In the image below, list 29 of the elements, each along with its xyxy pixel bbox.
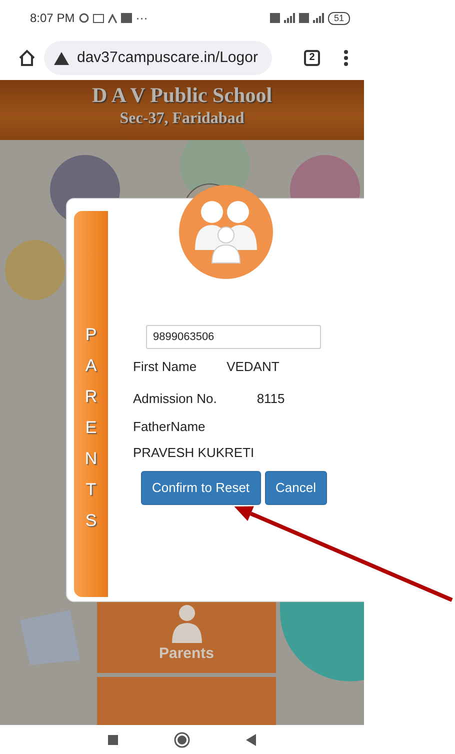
school-title: D A V Public School [92, 83, 272, 107]
signal-icon [284, 13, 295, 23]
status-time: 8:07 PM [30, 10, 75, 27]
home-button-icon[interactable] [174, 732, 190, 748]
menu-icon[interactable] [344, 50, 348, 66]
address-bar[interactable]: dav37campuscare.in/Logor [44, 41, 272, 75]
battery-indicator: 51 [328, 12, 350, 24]
school-subtitle: Sec-37, Faridabad [120, 110, 244, 127]
father-name-value: PRAVESH KUKRETI [133, 444, 254, 460]
father-name-label: FatherName [133, 419, 206, 434]
field-label: First Name [133, 358, 197, 376]
confirm-reset-button[interactable]: Confirm to Reset [141, 471, 261, 504]
field-value: VEDANT [226, 358, 280, 376]
paper-shape [20, 610, 80, 665]
field-value: 8115 [256, 390, 285, 408]
recents-icon[interactable] [108, 734, 118, 744]
menu-circle [5, 240, 65, 300]
more-notifications: ··· [136, 10, 148, 27]
warning-icon [54, 52, 69, 64]
field-label: Admission No. [133, 390, 217, 408]
cancel-button[interactable]: Cancel [264, 471, 328, 504]
signal-icon [312, 13, 324, 23]
message-icon [92, 14, 104, 22]
parents-side-label: PARENTS [84, 324, 98, 532]
home-icon[interactable] [18, 49, 36, 67]
mobile-number-field[interactable]: 9899063506 [146, 325, 321, 349]
back-icon[interactable] [246, 734, 256, 746]
menu-tile[interactable] [97, 677, 276, 725]
tab-count[interactable]: 2 [304, 50, 320, 66]
